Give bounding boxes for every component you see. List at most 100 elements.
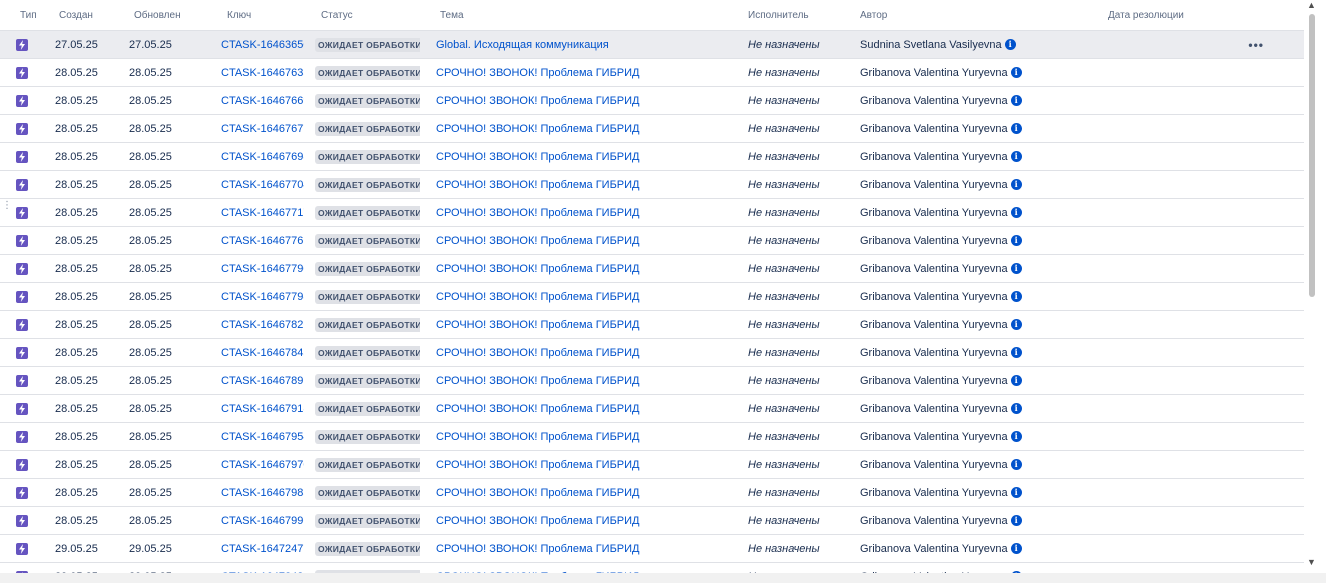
- reporter-name[interactable]: Gribanova Valentina Yuryevna: [860, 403, 1008, 415]
- table-row[interactable]: 28.05.25 28.05.25 CTASK-16467704 ОЖИДАЕТ ОБ…: [0, 170, 1304, 199]
- assignee-value[interactable]: Не назначены: [748, 431, 820, 443]
- issue-summary-link[interactable]: СРОЧНО! ЗВОНОК! Проблема ГИБРИД: [436, 543, 639, 555]
- assignee-value[interactable]: Не назначены: [748, 347, 820, 359]
- status-lozenge[interactable]: ОЖИДАЕТ ОБРАБОТКИ: [315, 541, 420, 556]
- status-lozenge[interactable]: ОЖИДАЕТ ОБРАБОТКИ: [315, 93, 420, 108]
- column-header-updated[interactable]: Обновлен: [117, 0, 209, 31]
- issue-key-link[interactable]: CTASK-16463650: [221, 39, 304, 51]
- reporter-name[interactable]: Gribanova Valentina Yuryevna: [860, 123, 1008, 135]
- column-header-type[interactable]: Тип: [0, 0, 44, 31]
- issue-summary-link[interactable]: СРОЧНО! ЗВОНОК! Проблема ГИБРИД: [436, 151, 639, 163]
- status-lozenge[interactable]: ОЖИДАЕТ ОБРАБОТКИ: [315, 429, 420, 444]
- table-row[interactable]: 28.05.25 28.05.25 CTASK-16467677 ОЖИДАЕТ ОБ…: [0, 114, 1304, 143]
- reporter-name[interactable]: Gribanova Valentina Yuryevna: [860, 151, 1008, 163]
- issue-summary-link[interactable]: СРОЧНО! ЗВОНОК! Проблема ГИБРИД: [436, 207, 639, 219]
- assignee-value[interactable]: Не назначены: [748, 487, 820, 499]
- reporter-name[interactable]: Gribanova Valentina Yuryevna: [860, 67, 1008, 79]
- info-icon[interactable]: i: [1010, 123, 1022, 135]
- status-lozenge[interactable]: ОЖИДАЕТ ОБРАБОТКИ: [315, 373, 420, 388]
- issue-key-link[interactable]: CTASK-16467954: [221, 431, 304, 443]
- info-icon[interactable]: i: [1010, 431, 1022, 443]
- issue-key-link[interactable]: CTASK-16467891: [221, 375, 304, 387]
- status-lozenge[interactable]: ОЖИДАЕТ ОБРАБОТКИ: [315, 345, 420, 360]
- assignee-value[interactable]: Не назначены: [748, 67, 820, 79]
- issue-key-link[interactable]: CTASK-16467669: [221, 95, 304, 107]
- assignee-value[interactable]: Не назначены: [748, 515, 820, 527]
- scroll-down-arrow-icon[interactable]: ▼: [1307, 557, 1316, 567]
- assignee-value[interactable]: Не назначены: [748, 39, 820, 51]
- issue-summary-link[interactable]: СРОЧНО! ЗВОНОК! Проблема ГИБРИД: [436, 235, 639, 247]
- column-header-resolution-date[interactable]: Дата резолюции: [1108, 0, 1234, 31]
- issue-key-link[interactable]: CTASK-16467677: [221, 123, 304, 135]
- assignee-value[interactable]: Не назначены: [748, 123, 820, 135]
- issue-key-link[interactable]: CTASK-16467717: [221, 207, 304, 219]
- table-row[interactable]: 28.05.25 28.05.25 CTASK-16467954 ОЖИДАЕТ ОБ…: [0, 422, 1304, 451]
- issue-key-link[interactable]: CTASK-16467970: [221, 459, 304, 471]
- info-icon[interactable]: i: [1010, 235, 1022, 247]
- status-lozenge[interactable]: ОЖИДАЕТ ОБРАБОТКИ: [315, 177, 420, 192]
- assignee-value[interactable]: Не назначены: [748, 151, 820, 163]
- table-row[interactable]: 28.05.25 28.05.25 CTASK-16467698 ОЖИДАЕТ ОБ…: [0, 142, 1304, 171]
- issue-key-link[interactable]: CTASK-16467918: [221, 403, 304, 415]
- status-lozenge[interactable]: ОЖИДАЕТ ОБРАБОТКИ: [315, 149, 420, 164]
- assignee-value[interactable]: Не назначены: [748, 263, 820, 275]
- table-row[interactable]: 28.05.25 28.05.25 CTASK-16467635 ОЖИДАЕТ ОБ…: [0, 58, 1304, 87]
- column-header-assignee[interactable]: Исполнитель: [748, 0, 860, 31]
- info-icon[interactable]: i: [1010, 179, 1022, 191]
- table-row[interactable]: 28.05.25 28.05.25 CTASK-16467985 ОЖИДАЕТ ОБ…: [0, 478, 1304, 507]
- status-lozenge[interactable]: ОЖИДАЕТ ОБРАБОТКИ: [315, 401, 420, 416]
- issue-summary-link[interactable]: СРОЧНО! ЗВОНОК! Проблема ГИБРИД: [436, 431, 639, 443]
- reporter-name[interactable]: Gribanova Valentina Yuryevna: [860, 207, 1008, 219]
- status-lozenge[interactable]: ОЖИДАЕТ ОБРАБОТКИ: [315, 457, 420, 472]
- issue-summary-link[interactable]: СРОЧНО! ЗВОНОК! Проблема ГИБРИД: [436, 459, 639, 471]
- reporter-name[interactable]: Gribanova Valentina Yuryevna: [860, 459, 1008, 471]
- reporter-name[interactable]: Gribanova Valentina Yuryevna: [860, 487, 1008, 499]
- assignee-value[interactable]: Не назначены: [748, 375, 820, 387]
- info-icon[interactable]: i: [1010, 263, 1022, 275]
- issue-key-link[interactable]: CTASK-16467798: [221, 291, 304, 303]
- issue-key-link[interactable]: CTASK-16467761: [221, 235, 304, 247]
- issue-summary-link[interactable]: СРОЧНО! ЗВОНОК! Проблема ГИБРИД: [436, 291, 639, 303]
- assignee-value[interactable]: Не назначены: [748, 403, 820, 415]
- drag-handle-icon[interactable]: ⋮: [2, 201, 12, 218]
- reporter-name[interactable]: Gribanova Valentina Yuryevna: [860, 347, 1008, 359]
- assignee-value[interactable]: Не назначены: [748, 459, 820, 471]
- issue-summary-link[interactable]: СРОЧНО! ЗВОНОК! Проблема ГИБРИД: [436, 67, 639, 79]
- table-row[interactable]: 28.05.25 28.05.25 CTASK-16467826 ОЖИДАЕТ ОБ…: [0, 310, 1304, 339]
- status-lozenge[interactable]: ОЖИДАЕТ ОБРАБОТКИ: [315, 233, 420, 248]
- reporter-name[interactable]: Gribanova Valentina Yuryevna: [860, 95, 1008, 107]
- issue-key-link[interactable]: CTASK-16472477: [221, 543, 304, 555]
- issue-summary-link[interactable]: СРОЧНО! ЗВОНОК! Проблема ГИБРИД: [436, 263, 639, 275]
- status-lozenge[interactable]: ОЖИДАЕТ ОБРАБОТКИ: [315, 121, 420, 136]
- more-actions-icon[interactable]: •••: [1248, 38, 1264, 52]
- assignee-value[interactable]: Не назначены: [748, 543, 820, 555]
- issue-summary-link[interactable]: СРОЧНО! ЗВОНОК! Проблема ГИБРИД: [436, 95, 639, 107]
- issue-key-link[interactable]: CTASK-16467826: [221, 319, 304, 331]
- reporter-name[interactable]: Gribanova Valentina Yuryevna: [860, 515, 1008, 527]
- info-icon[interactable]: i: [1010, 403, 1022, 415]
- info-icon[interactable]: i: [1010, 291, 1022, 303]
- table-row[interactable]: 29.05.25 29.05.25 CTASK-16472477 ОЖИДАЕТ ОБ…: [0, 534, 1304, 563]
- info-icon[interactable]: i: [1010, 319, 1022, 331]
- table-row[interactable]: 28.05.25 28.05.25 CTASK-16467798 ОЖИДАЕТ ОБ…: [0, 282, 1304, 311]
- issue-key-link[interactable]: CTASK-16467790: [221, 263, 304, 275]
- issue-key-link[interactable]: CTASK-16467635: [221, 67, 304, 79]
- scroll-thumb[interactable]: [1309, 14, 1315, 297]
- issue-summary-link[interactable]: СРОЧНО! ЗВОНОК! Проблема ГИБРИД: [436, 347, 639, 359]
- table-row[interactable]: 28.05.25 28.05.25 CTASK-16467761 ОЖИДАЕТ ОБ…: [0, 226, 1304, 255]
- issue-summary-link[interactable]: СРОЧНО! ЗВОНОК! Проблема ГИБРИД: [436, 515, 639, 527]
- table-row[interactable]: 28.05.25 28.05.25 CTASK-16467669 ОЖИДАЕТ ОБ…: [0, 86, 1304, 115]
- table-row[interactable]: 28.05.25 28.05.25 CTASK-16467996 ОЖИДАЕТ ОБ…: [0, 506, 1304, 535]
- assignee-value[interactable]: Не назначены: [748, 291, 820, 303]
- column-header-status[interactable]: Статус: [304, 0, 420, 31]
- issue-key-link[interactable]: CTASK-16467845: [221, 347, 304, 359]
- reporter-name[interactable]: Gribanova Valentina Yuryevna: [860, 291, 1008, 303]
- table-row[interactable]: 28.05.25 28.05.25 CTASK-16467918 ОЖИДАЕТ ОБ…: [0, 394, 1304, 423]
- column-header-key[interactable]: Ключ: [209, 0, 304, 31]
- info-icon[interactable]: i: [1010, 487, 1022, 499]
- info-icon[interactable]: i: [1004, 39, 1016, 51]
- reporter-name[interactable]: Gribanova Valentina Yuryevna: [860, 319, 1008, 331]
- table-row[interactable]: 28.05.25 28.05.25 CTASK-16467970 ОЖИДАЕТ ОБ…: [0, 450, 1304, 479]
- table-row[interactable]: 28.05.25 28.05.25 CTASK-16467845 ОЖИДАЕТ ОБ…: [0, 338, 1304, 367]
- status-lozenge[interactable]: ОЖИДАЕТ ОБРАБОТКИ: [315, 65, 420, 80]
